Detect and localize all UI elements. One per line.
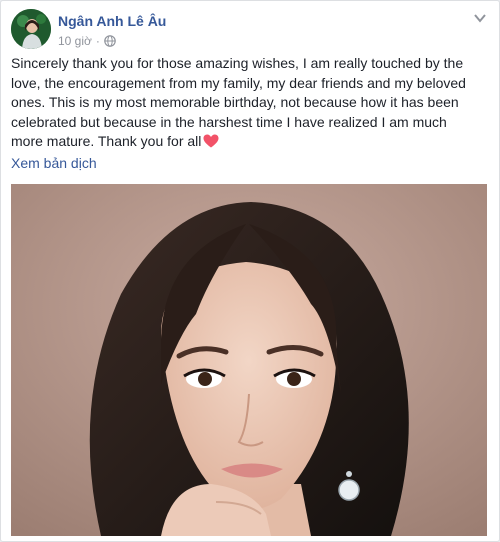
avatar[interactable] (11, 9, 51, 49)
portrait-photo[interactable] (11, 184, 487, 536)
post-text-content: Sincerely thank you for those amazing wi… (11, 55, 466, 149)
author-name[interactable]: Ngân Anh Lê Âu (58, 13, 166, 29)
post-text: Sincerely thank you for those amazing wi… (11, 54, 481, 152)
globe-icon[interactable] (104, 35, 116, 47)
post-header: Ngân Anh Lê Âu 10 giờ · (11, 9, 489, 53)
see-translation-link[interactable]: Xem bản dịch (11, 155, 97, 171)
chevron-down-icon[interactable] (471, 11, 489, 25)
post-time[interactable]: 10 giờ (58, 34, 92, 48)
post-card: Ngân Anh Lê Âu 10 giờ · Sincerely thank … (0, 0, 500, 542)
heart-icon (203, 134, 219, 148)
meta-separator: · (95, 34, 100, 48)
post-meta: 10 giờ · (58, 34, 116, 48)
